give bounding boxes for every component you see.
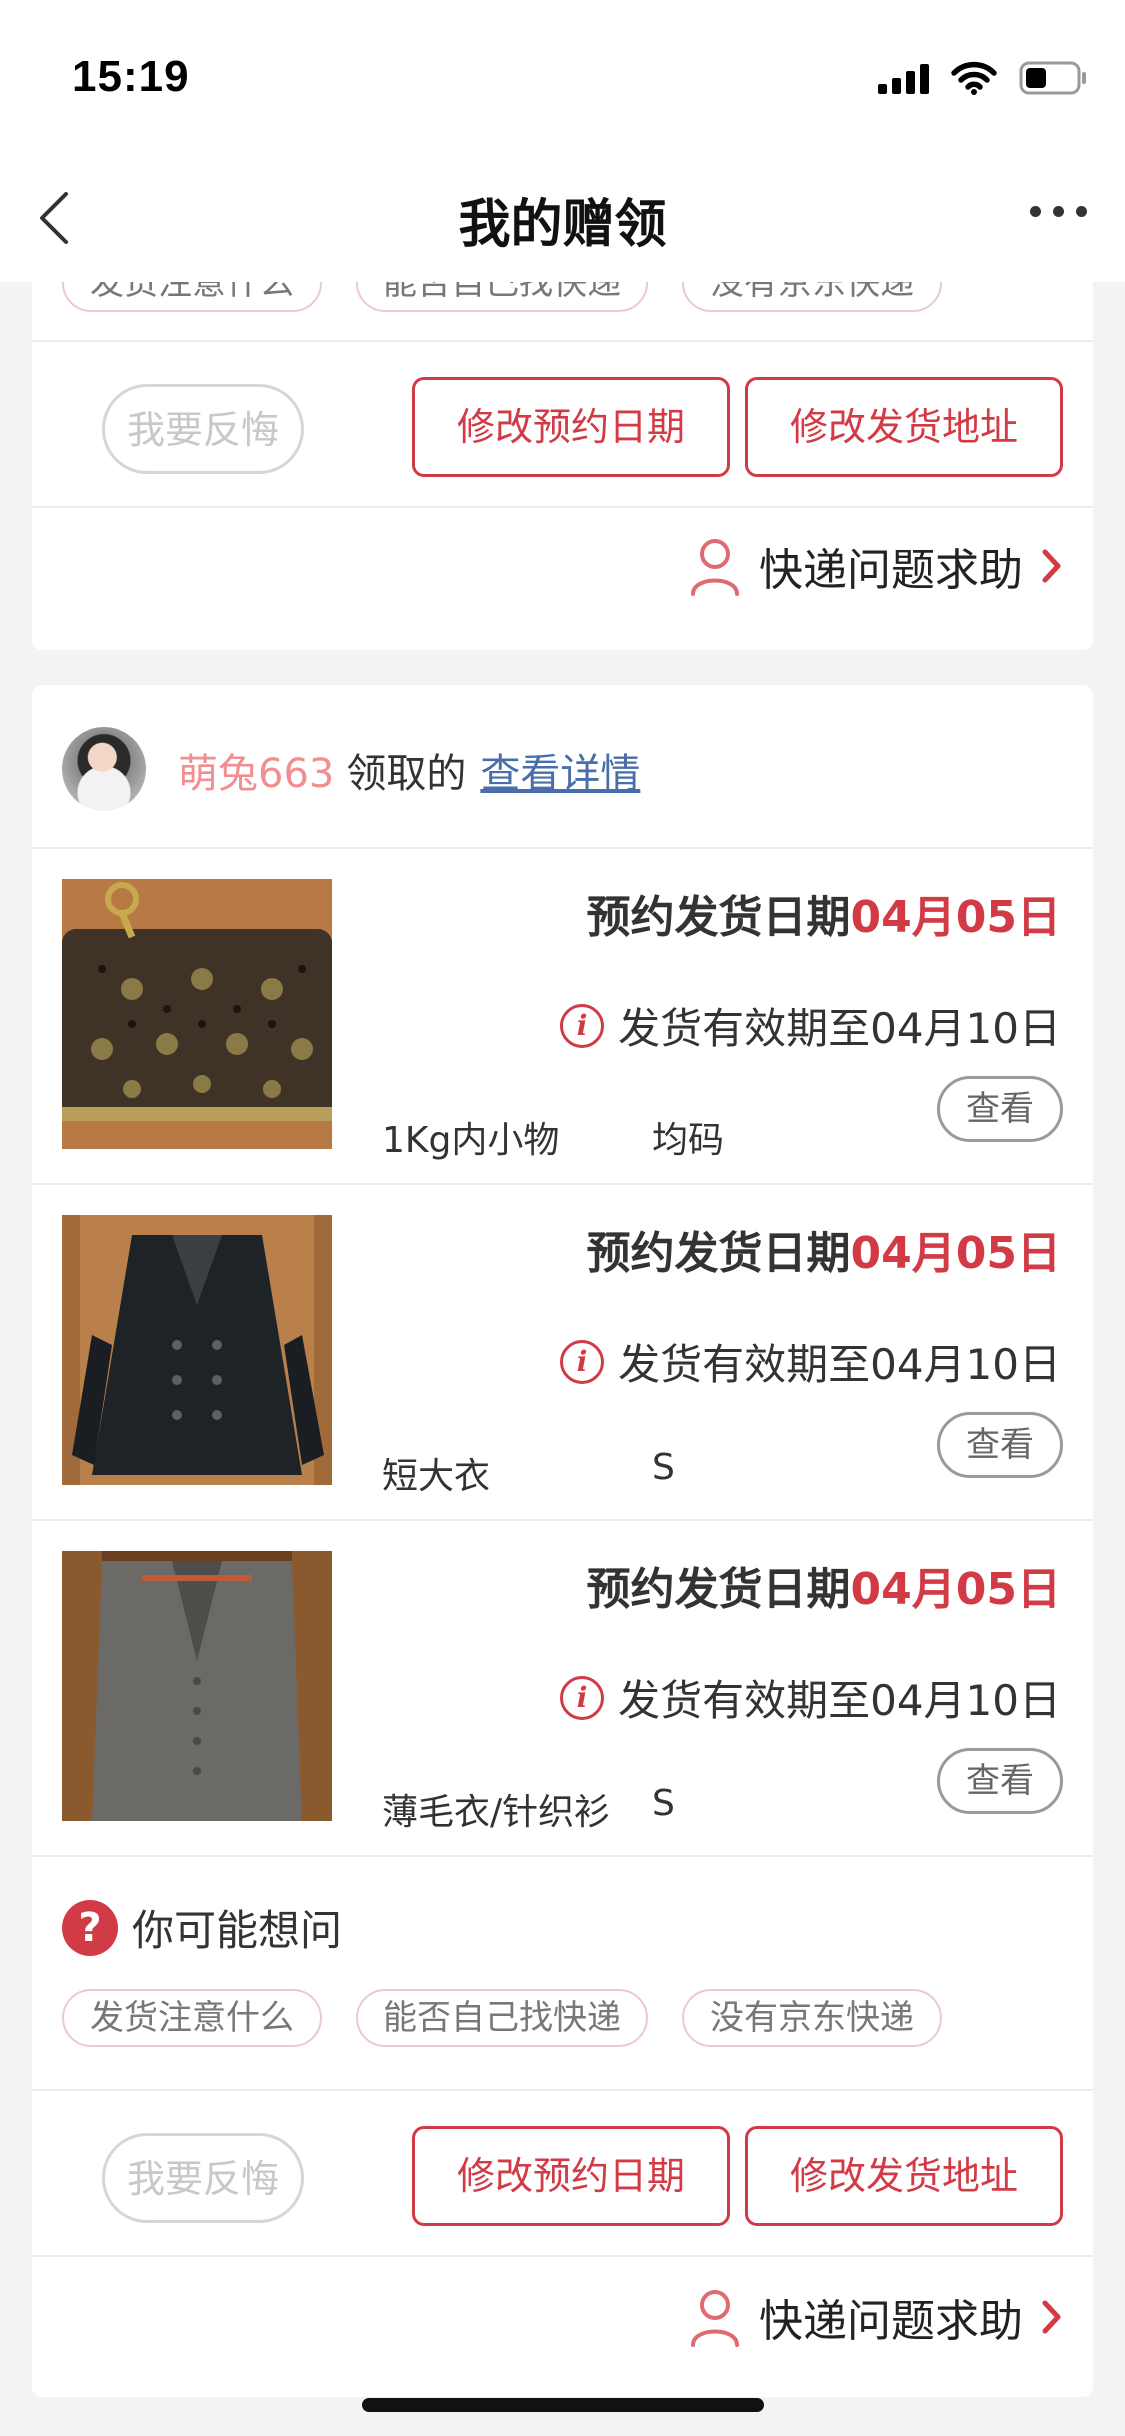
status-icons [878, 60, 1089, 96]
person-icon [691, 539, 739, 596]
regret-button[interactable]: 我要反悔 [102, 2133, 304, 2223]
item-category: 薄毛衣/针织衫 [382, 1792, 611, 1833]
home-indicator [362, 2398, 764, 2412]
divider [32, 2089, 1093, 2091]
modify-date-button[interactable]: 修改预约日期 [412, 2126, 730, 2226]
validity: i 发货有效期至04月10日 [560, 1331, 1061, 1392]
appointment-label: 预约发货日期 [586, 892, 851, 943]
item-photo [62, 1551, 332, 1821]
faq-title: 你可能想问 [132, 1906, 343, 1955]
view-button[interactable]: 查看 [937, 1748, 1063, 1814]
content-scroll[interactable]: 发货注意什么 能否自己找快递 没有京东快递 我要反悔 修改预约日期 修改发货地址… [0, 282, 1125, 2436]
item-size: S [652, 1783, 675, 1824]
more-dots-icon[interactable] [1030, 206, 1087, 217]
gift-card: 萌兔663 领取的 查看详情 预约发货日期04月05日 i 发货有效期至04月1… [32, 685, 1093, 2397]
appointment-date: 预约发货日期04月05日 [587, 1553, 1061, 1617]
appointment-date-value: 04月05日 [850, 892, 1061, 943]
receiver-line: 萌兔663 领取的 查看详情 [178, 741, 640, 799]
validity-text: 发货有效期至04月10日 [618, 1004, 1061, 1053]
chevron-right-icon [1042, 549, 1061, 583]
gift-item: 预约发货日期04月05日 i 发货有效期至04月10日 1Kg内小物 均码 查看 [32, 849, 1093, 1183]
info-icon: i [560, 1003, 605, 1048]
faq-header: ? 你可能想问 [62, 1897, 342, 1958]
express-help-link[interactable]: 快递问题求助 [689, 2285, 1063, 2349]
item-photo [62, 879, 332, 1149]
divider [32, 1855, 1093, 1857]
faq-chip[interactable]: 没有京东快递 [682, 282, 942, 312]
item-size: 均码 [652, 1120, 725, 1161]
help-label: 快递问题求助 [759, 2296, 1023, 2347]
express-help-link[interactable]: 快递问题求助 [689, 534, 1063, 598]
battery-icon [1019, 61, 1086, 95]
validity-text: 发货有效期至04月10日 [618, 1676, 1061, 1725]
info-icon: i [560, 1675, 605, 1720]
validity: i 发货有效期至04月10日 [560, 995, 1061, 1056]
wifi-icon [951, 61, 997, 95]
person-icon [691, 2290, 739, 2347]
view-details-link[interactable]: 查看详情 [480, 751, 640, 797]
chevron-right-icon [1042, 2300, 1061, 2334]
validity: i 发货有效期至04月10日 [560, 1667, 1061, 1728]
regret-button[interactable]: 我要反悔 [102, 384, 304, 474]
faq-chip[interactable]: 发货注意什么 [62, 1989, 322, 2047]
appointment-label: 预约发货日期 [586, 1228, 851, 1279]
item-photo [62, 1215, 332, 1485]
faq-chip[interactable]: 发货注意什么 [62, 282, 322, 312]
item-category: 1Kg内小物 [382, 1120, 560, 1161]
faq-chip[interactable]: 能否自己找快递 [356, 282, 648, 312]
question-icon: ? [62, 1899, 118, 1956]
gift-item: 预约发货日期04月05日 i 发货有效期至04月10日 薄毛衣/针织衫 S 查看 [32, 1521, 1093, 1855]
avatar [62, 727, 146, 811]
appointment-label: 预约发货日期 [586, 1564, 851, 1615]
view-button[interactable]: 查看 [937, 1412, 1063, 1478]
gift-item: 预约发货日期04月05日 i 发货有效期至04月10日 短大衣 S 查看 [32, 1185, 1093, 1519]
modify-address-button[interactable]: 修改发货地址 [745, 2126, 1063, 2226]
item-size: S [652, 1447, 675, 1488]
appointment-date-value: 04月05日 [850, 1228, 1061, 1279]
view-button[interactable]: 查看 [937, 1076, 1063, 1142]
item-category: 短大衣 [382, 1456, 491, 1497]
receiver-suffix: 领取的 [346, 751, 467, 797]
help-label: 快递问题求助 [759, 545, 1023, 596]
status-time: 15:19 [72, 52, 190, 101]
divider [32, 340, 1093, 342]
faq-chip[interactable]: 没有京东快递 [682, 1989, 942, 2047]
modify-date-button[interactable]: 修改预约日期 [412, 377, 730, 477]
page-title: 我的赠领 [458, 195, 667, 255]
gift-card: 发货注意什么 能否自己找快递 没有京东快递 我要反悔 修改预约日期 修改发货地址… [32, 282, 1093, 650]
divider [32, 506, 1093, 508]
appointment-date-value: 04月05日 [850, 1564, 1061, 1615]
validity-text: 发货有效期至04月10日 [618, 1340, 1061, 1389]
appointment-date: 预约发货日期04月05日 [587, 1217, 1061, 1281]
faq-chip[interactable]: 能否自己找快递 [356, 1989, 648, 2047]
receiver-name: 萌兔663 [178, 751, 335, 797]
status-bar: 15:19 [0, 0, 1125, 150]
divider [32, 2255, 1093, 2257]
appointment-date: 预约发货日期04月05日 [587, 881, 1061, 945]
nav-bar: 我的赠领 [0, 150, 1125, 282]
signal-icon [878, 62, 929, 94]
modify-address-button[interactable]: 修改发货地址 [745, 377, 1063, 477]
info-icon: i [560, 1339, 605, 1384]
